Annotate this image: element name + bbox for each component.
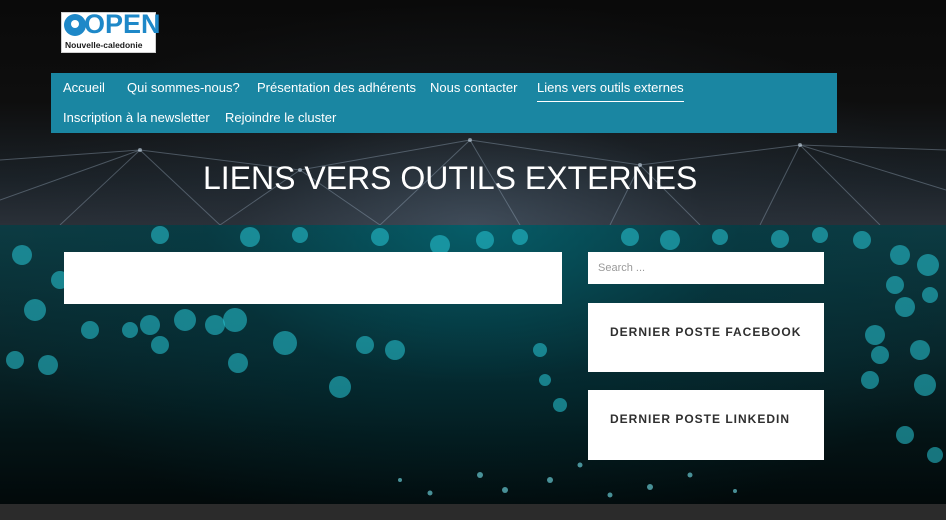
logo-word: OPEN [84, 9, 161, 39]
nav-item-rejoindre-cluster[interactable]: Rejoindre le cluster [225, 110, 336, 126]
widget-title-linkedin: DERNIER POSTE LINKEDIN [610, 412, 791, 426]
page-title: LIENS VERS OUTILS EXTERNES [203, 160, 698, 196]
linkedin-widget: DERNIER POSTE LINKEDIN [588, 390, 824, 460]
main-navigation: Accueil Qui sommes-nous? Présentation de… [51, 73, 837, 133]
nav-item-accueil[interactable]: Accueil [63, 80, 105, 96]
logo-circle-icon [64, 14, 86, 36]
nav-item-inscription-newsletter[interactable]: Inscription à la newsletter [63, 110, 210, 126]
nav-item-liens-outils-externes[interactable]: Liens vers outils externes [537, 80, 684, 102]
main-content-area [64, 252, 562, 304]
facebook-widget: DERNIER POSTE FACEBOOK [588, 303, 824, 372]
nav-item-qui-sommes-nous[interactable]: Qui sommes-nous? [127, 80, 240, 96]
footer-bar [0, 504, 946, 520]
nav-item-presentation-adherents[interactable]: Présentation des adhérents [257, 80, 416, 96]
site-logo[interactable]: OPEN Nouvelle-caledonie [61, 9, 161, 53]
logo-subtitle: Nouvelle-caledonie [65, 40, 143, 50]
widget-title-facebook: DERNIER POSTE FACEBOOK [610, 325, 802, 339]
search-input[interactable] [588, 252, 824, 284]
nav-item-nous-contacter[interactable]: Nous contacter [430, 80, 517, 96]
